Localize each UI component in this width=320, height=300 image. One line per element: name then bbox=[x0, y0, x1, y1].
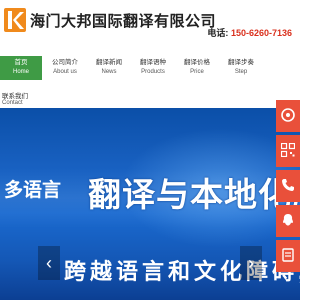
page: 海门大邦国际翻译有限公司 电话: 150-6260-7136 首页 Home 公… bbox=[0, 0, 300, 300]
side-button-phone[interactable] bbox=[276, 170, 300, 202]
side-button-chat[interactable] bbox=[276, 205, 300, 237]
phone-label: 电话: bbox=[207, 28, 229, 38]
nav-label-en: Home bbox=[12, 69, 29, 75]
nav-item-step[interactable]: 翻译步奏 Step bbox=[220, 56, 262, 80]
side-button-target[interactable] bbox=[276, 100, 300, 132]
side-float-bar bbox=[276, 100, 300, 275]
phone-number[interactable]: 150-6260-7136 bbox=[231, 28, 292, 38]
target-icon bbox=[281, 108, 295, 122]
nav-label-cn: 首页 bbox=[14, 59, 28, 66]
nav-label-en: News bbox=[101, 69, 117, 75]
nav-item-price[interactable]: 翻译价格 Price bbox=[176, 56, 218, 80]
nav-label-en: About us bbox=[53, 69, 77, 75]
nav-label-en: Contact bbox=[2, 100, 23, 106]
nav-label-cn: 翻译价格 bbox=[184, 59, 210, 66]
main-nav: 首页 Home 公司简介 About us 翻译新闻 News 翻译语种 Pro… bbox=[0, 56, 300, 106]
side-button-note[interactable] bbox=[276, 240, 300, 272]
nav-label-cn: 翻译语种 bbox=[140, 59, 166, 66]
nav-item-home[interactable]: 首页 Home bbox=[0, 56, 42, 80]
banner-line1-large: 翻译与本地化服 bbox=[88, 176, 300, 213]
banner-line1-small: 多语言 bbox=[4, 180, 62, 201]
nav-label-en: Step bbox=[234, 69, 248, 75]
nav-label-cn: 翻译新闻 bbox=[96, 59, 122, 66]
qr-code-icon bbox=[281, 143, 295, 157]
phone-info: 电话: 150-6260-7136 bbox=[207, 26, 292, 39]
company-name: 海门大邦国际翻译有限公司 bbox=[30, 13, 217, 30]
phone-icon bbox=[282, 179, 294, 191]
header: 海门大邦国际翻译有限公司 电话: 150-6260-7136 bbox=[0, 0, 300, 40]
nav-label-en: Price bbox=[190, 69, 204, 75]
company-logo[interactable] bbox=[4, 8, 26, 32]
notepad-icon bbox=[282, 248, 294, 262]
banner-line2: 跨越语言和文化障碍, bbox=[64, 259, 300, 284]
banner-next-button[interactable]: › bbox=[240, 246, 262, 280]
chat-icon bbox=[283, 214, 293, 226]
nav-item-about[interactable]: 公司简介 About us bbox=[44, 56, 86, 80]
nav-label-en: Products bbox=[141, 69, 165, 75]
nav-item-news[interactable]: 翻译新闻 News bbox=[88, 56, 130, 80]
nav-label-cn: 翻译步奏 bbox=[228, 59, 254, 66]
side-button-qr[interactable] bbox=[276, 135, 300, 167]
nav-label-cn: 公司简介 bbox=[52, 59, 78, 66]
nav-item-products[interactable]: 翻译语种 Products bbox=[132, 56, 174, 80]
banner-prev-button[interactable]: ‹ bbox=[38, 246, 60, 280]
